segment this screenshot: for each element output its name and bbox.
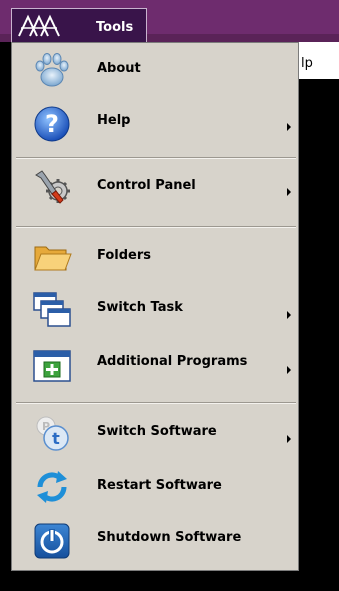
question-icon: ? (34, 106, 70, 142)
tools-menu-button[interactable]: Tools (11, 8, 147, 42)
submenu-arrow-icon (287, 435, 291, 443)
menu-item-label: Help (97, 113, 131, 128)
menu-item-about[interactable]: About (12, 44, 298, 96)
svg-text:t: t (52, 429, 60, 448)
menu-item-switch-software[interactable]: P t Switch Software (12, 407, 298, 459)
menu-item-switch-task[interactable]: Switch Task (12, 285, 298, 337)
background-panel (299, 79, 339, 591)
menu-item-additional-programs[interactable]: Additional Programs (12, 339, 298, 391)
switch-software-icon: P t (36, 416, 69, 451)
windows-icon (33, 292, 71, 327)
menu-separator (16, 226, 296, 228)
tools-dropdown-menu: About ? Help Control Panel Folders Switc… (11, 42, 299, 571)
submenu-arrow-icon (287, 123, 291, 131)
power-icon (34, 523, 70, 559)
menu-item-label: Folders (97, 248, 152, 263)
menu-item-label: Restart Software (97, 478, 222, 493)
menu-separator (16, 402, 296, 404)
wrench-gear-icon (35, 170, 70, 204)
folder-icon (34, 246, 72, 271)
top-menu-bar: Tools (0, 0, 339, 42)
menu-item-folders[interactable]: Folders (12, 231, 298, 283)
restart-icon (37, 471, 67, 503)
submenu-arrow-icon (287, 366, 291, 374)
bottom-bar (0, 571, 299, 591)
menu-separator (16, 157, 296, 159)
tools-menu-label: Tools (96, 20, 134, 35)
menu-item-label: About (97, 61, 141, 76)
background-menu-text: lp (301, 56, 313, 71)
menu-item-label: Switch Software (97, 424, 217, 439)
submenu-arrow-icon (287, 188, 291, 196)
add-window-icon (33, 350, 71, 382)
paw-icon (35, 53, 69, 87)
menu-item-control-panel[interactable]: Control Panel (12, 163, 298, 215)
menu-item-label: Additional Programs (97, 354, 248, 369)
submenu-arrow-icon (287, 311, 291, 319)
menu-item-label: Switch Task (97, 300, 183, 315)
menu-item-label: Shutdown Software (97, 530, 242, 545)
avolites-logo-icon (18, 14, 60, 37)
menu-item-help[interactable]: ? Help (12, 98, 298, 150)
menu-item-restart-software[interactable]: Restart Software (12, 461, 298, 513)
menu-item-shutdown-software[interactable]: Shutdown Software (12, 515, 298, 567)
menu-item-label: Control Panel (97, 178, 196, 193)
svg-text:?: ? (45, 110, 59, 138)
